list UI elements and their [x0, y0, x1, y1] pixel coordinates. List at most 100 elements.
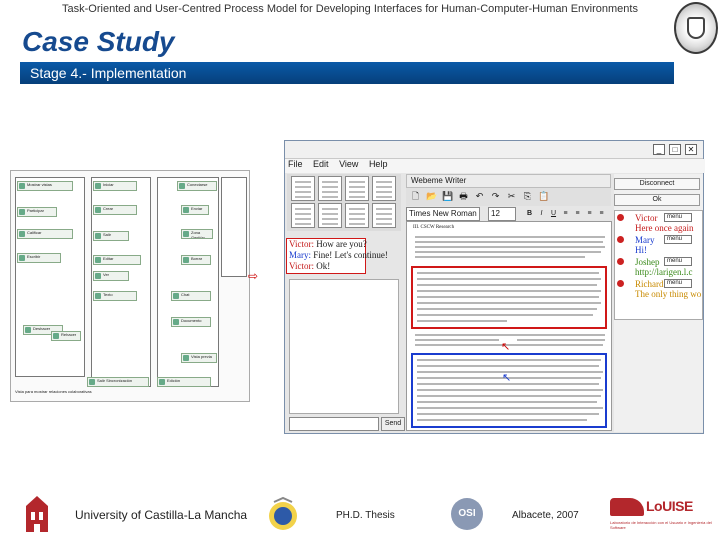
- user-row-joshep[interactable]: Joshep menu: [615, 257, 702, 267]
- red-user-cursor-icon: ↖: [501, 341, 511, 353]
- participants-pane: Disconnect Ok Victor menu Here once agai…: [614, 174, 703, 432]
- maximize-icon[interactable]: □: [669, 144, 681, 155]
- justify-icon[interactable]: ≡: [597, 209, 606, 218]
- user-icon: [617, 280, 624, 287]
- font-size-select[interactable]: 12: [488, 207, 516, 221]
- italic-icon[interactable]: I: [537, 209, 546, 218]
- user-row-mary[interactable]: Mary menu: [615, 235, 702, 245]
- diagram-lane: [221, 177, 247, 277]
- user-icon: [617, 258, 624, 265]
- editor-title: Webeme Writer: [406, 174, 611, 188]
- new-document-icon[interactable]: 🗋: [410, 191, 421, 202]
- disconnect-button[interactable]: Disconnect: [614, 178, 700, 190]
- user-message: The only thing wo: [635, 289, 702, 299]
- close-icon[interactable]: ✕: [685, 144, 697, 155]
- page-thumbnail[interactable]: [291, 176, 315, 201]
- user-name: Mary: [635, 235, 655, 245]
- user-menu[interactable]: menu: [664, 257, 692, 266]
- diagram-caption: Vista para mostrar relaciones colaborati…: [15, 389, 92, 394]
- menu-file[interactable]: File: [288, 159, 303, 169]
- diagram-node: Ver: [93, 271, 129, 281]
- page-thumbnail[interactable]: [345, 176, 369, 201]
- menu-edit[interactable]: Edit: [313, 159, 329, 169]
- page-thumbnail[interactable]: [318, 176, 342, 201]
- save-icon[interactable]: 💾: [442, 191, 453, 202]
- user-name: Joshep: [635, 257, 660, 267]
- editor-toolbar: 🗋 📂 💾 🖶 ↶ ↷ ✂ ⎘ 📋: [406, 188, 611, 206]
- paste-icon[interactable]: 📋: [538, 191, 549, 202]
- user-row-victor[interactable]: Victor menu: [615, 213, 702, 223]
- page-thumbnail[interactable]: [318, 203, 342, 228]
- minimize-icon[interactable]: _: [653, 144, 665, 155]
- slide-title: Case Study: [22, 26, 175, 57]
- document-editor[interactable]: III. CSCW Research ↖ ↖: [406, 221, 612, 431]
- diagram-node: Calificar: [17, 229, 73, 239]
- osi-logo: OSI: [451, 498, 483, 530]
- diagram-node: Escribir: [17, 253, 61, 263]
- arrow-icon: ⇨: [248, 269, 259, 283]
- redo-icon[interactable]: ↷: [490, 191, 501, 202]
- align-right-icon[interactable]: ≡: [585, 209, 594, 218]
- cut-icon[interactable]: ✂: [506, 191, 517, 202]
- user-row-richard[interactable]: Richard menu: [615, 279, 702, 289]
- chat-input[interactable]: [289, 417, 379, 431]
- louise-mark-icon: [610, 498, 644, 516]
- user-icon: [617, 236, 624, 243]
- chat-history-pane[interactable]: [289, 279, 399, 414]
- menu-bar: File Edit View Help: [285, 159, 705, 173]
- open-folder-icon[interactable]: 📂: [426, 191, 437, 202]
- diagram-node: Crear: [93, 205, 137, 215]
- chat-line: Victor: How are you?: [289, 239, 367, 249]
- diagram-node: Zona Gestión: [181, 229, 213, 239]
- louise-lab-logo: LoUISE Laboratorio de Interacción con el…: [610, 498, 712, 530]
- faculty-badge-logo: [269, 496, 297, 530]
- menu-help[interactable]: Help: [369, 159, 388, 169]
- align-left-icon[interactable]: ≡: [561, 209, 570, 218]
- chat-line: Mary: Fine! Let's continue!: [289, 250, 388, 260]
- chat-messages: Victor: How are you? Mary: Fine! Let's c…: [286, 238, 388, 274]
- diagram-node: Editar: [93, 255, 141, 265]
- page-thumbnail[interactable]: [372, 176, 396, 201]
- user-menu[interactable]: menu: [664, 279, 692, 288]
- presentation-title: Task-Oriented and User-Centred Process M…: [62, 3, 638, 15]
- underline-icon[interactable]: U: [549, 209, 558, 218]
- diagram-node: Texto: [93, 291, 137, 301]
- blue-user-selection: [411, 353, 607, 428]
- user-message: http://larigen.l.c: [635, 267, 693, 277]
- diagram-node: Borrar: [181, 255, 211, 265]
- chat-line: Victor: Ok!: [289, 261, 331, 271]
- send-button[interactable]: Send: [381, 417, 405, 431]
- diagram-node: Edición: [157, 377, 211, 387]
- bold-icon[interactable]: B: [525, 209, 534, 218]
- page-thumbnail[interactable]: [291, 203, 315, 228]
- page-thumbnail[interactable]: [345, 203, 369, 228]
- university-seal-logo: [674, 2, 718, 54]
- align-center-icon[interactable]: ≡: [573, 209, 582, 218]
- window-titlebar: _ □ ✕: [285, 141, 703, 159]
- stage-banner: Stage 4.- Implementation: [20, 62, 674, 84]
- user-message: Hi!: [635, 245, 647, 255]
- diagram-node: Rehacer: [51, 331, 81, 341]
- castilla-la-mancha-logo: [26, 496, 48, 532]
- print-icon[interactable]: 🖶: [458, 191, 469, 202]
- user-list: Victor menu Here once again Mary menu Hi…: [614, 210, 703, 320]
- thesis-label: PH.D. Thesis: [336, 510, 395, 521]
- user-menu[interactable]: menu: [664, 235, 692, 244]
- red-user-selection: [411, 266, 607, 329]
- page-thumbnail[interactable]: [372, 203, 396, 228]
- doc-heading: III. CSCW Research: [413, 225, 455, 230]
- user-name: Victor: [635, 213, 658, 223]
- user-menu[interactable]: menu: [664, 213, 692, 222]
- font-family-select[interactable]: Times New Roman: [406, 207, 480, 221]
- user-icon: [617, 214, 624, 221]
- page-thumbnails: [287, 174, 401, 231]
- copy-icon[interactable]: ⎘: [522, 191, 533, 202]
- ok-button[interactable]: Ok: [614, 194, 700, 206]
- diagram-node: Conectarse: [177, 181, 217, 191]
- diagram-node: Enviar: [181, 205, 209, 215]
- diagram-node: Chat: [171, 291, 211, 301]
- menu-view[interactable]: View: [339, 159, 358, 169]
- diagram-node: Vista previa: [181, 353, 217, 363]
- undo-icon[interactable]: ↶: [474, 191, 485, 202]
- university-name: University of Castilla-La Mancha: [75, 508, 248, 522]
